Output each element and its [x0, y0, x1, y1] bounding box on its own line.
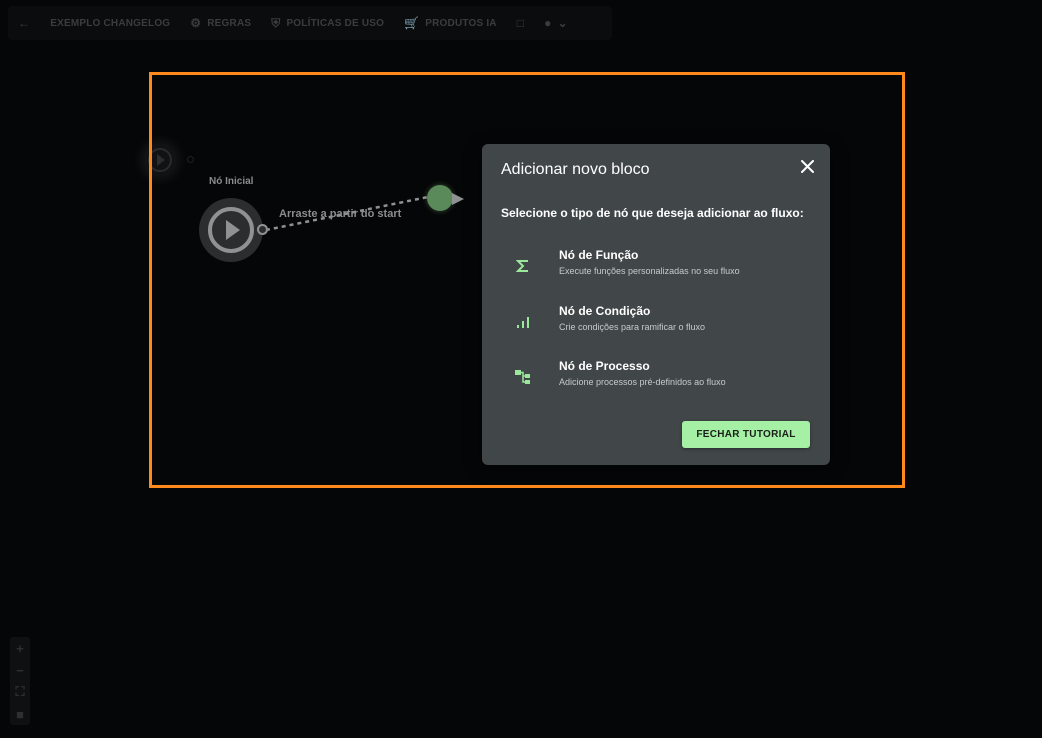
option-funcao[interactable]: Nó de Função Execute funções personaliza… — [501, 248, 811, 288]
signal-bars-icon — [513, 312, 533, 332]
option-processo[interactable]: Nó de Processo Adicione processos pré-de… — [501, 359, 811, 399]
zoom-in-button[interactable]: + — [10, 637, 30, 659]
dialog-subtitle: Selecione o tipo de nó que deseja adicio… — [501, 206, 804, 220]
option-title: Nó de Condição — [559, 304, 651, 318]
process-tree-icon — [513, 367, 533, 387]
option-title: Nó de Processo — [559, 359, 650, 373]
option-condicao[interactable]: Nó de Condição Crie condições para ramif… — [501, 304, 811, 344]
option-description: Adicione processos pré-definidos ao flux… — [559, 377, 726, 387]
plus-icon: + — [16, 640, 24, 656]
minus-icon: − — [16, 662, 24, 678]
fit-view-icon: ⛶ — [15, 684, 25, 699]
option-description: Execute funções personalizadas no seu fl… — [559, 266, 740, 276]
lock-icon: ■ — [16, 706, 24, 722]
close-button[interactable] — [798, 157, 816, 175]
option-description: Crie condições para ramificar o fluxo — [559, 322, 706, 332]
option-title: Nó de Função — [559, 248, 639, 262]
close-tutorial-button[interactable]: FECHAR TUTORIAL — [682, 421, 810, 448]
dialog-title: Adicionar novo bloco — [501, 161, 650, 178]
lock-button[interactable]: ■ — [10, 703, 30, 725]
zoom-out-button[interactable]: − — [10, 659, 30, 681]
close-icon — [800, 159, 814, 173]
fit-view-button[interactable]: ⛶ — [10, 681, 30, 703]
add-block-dialog: Adicionar novo bloco Selecione o tipo de… — [482, 144, 830, 465]
sigma-icon — [513, 256, 533, 276]
zoom-controls: + − ⛶ ■ — [10, 637, 30, 725]
